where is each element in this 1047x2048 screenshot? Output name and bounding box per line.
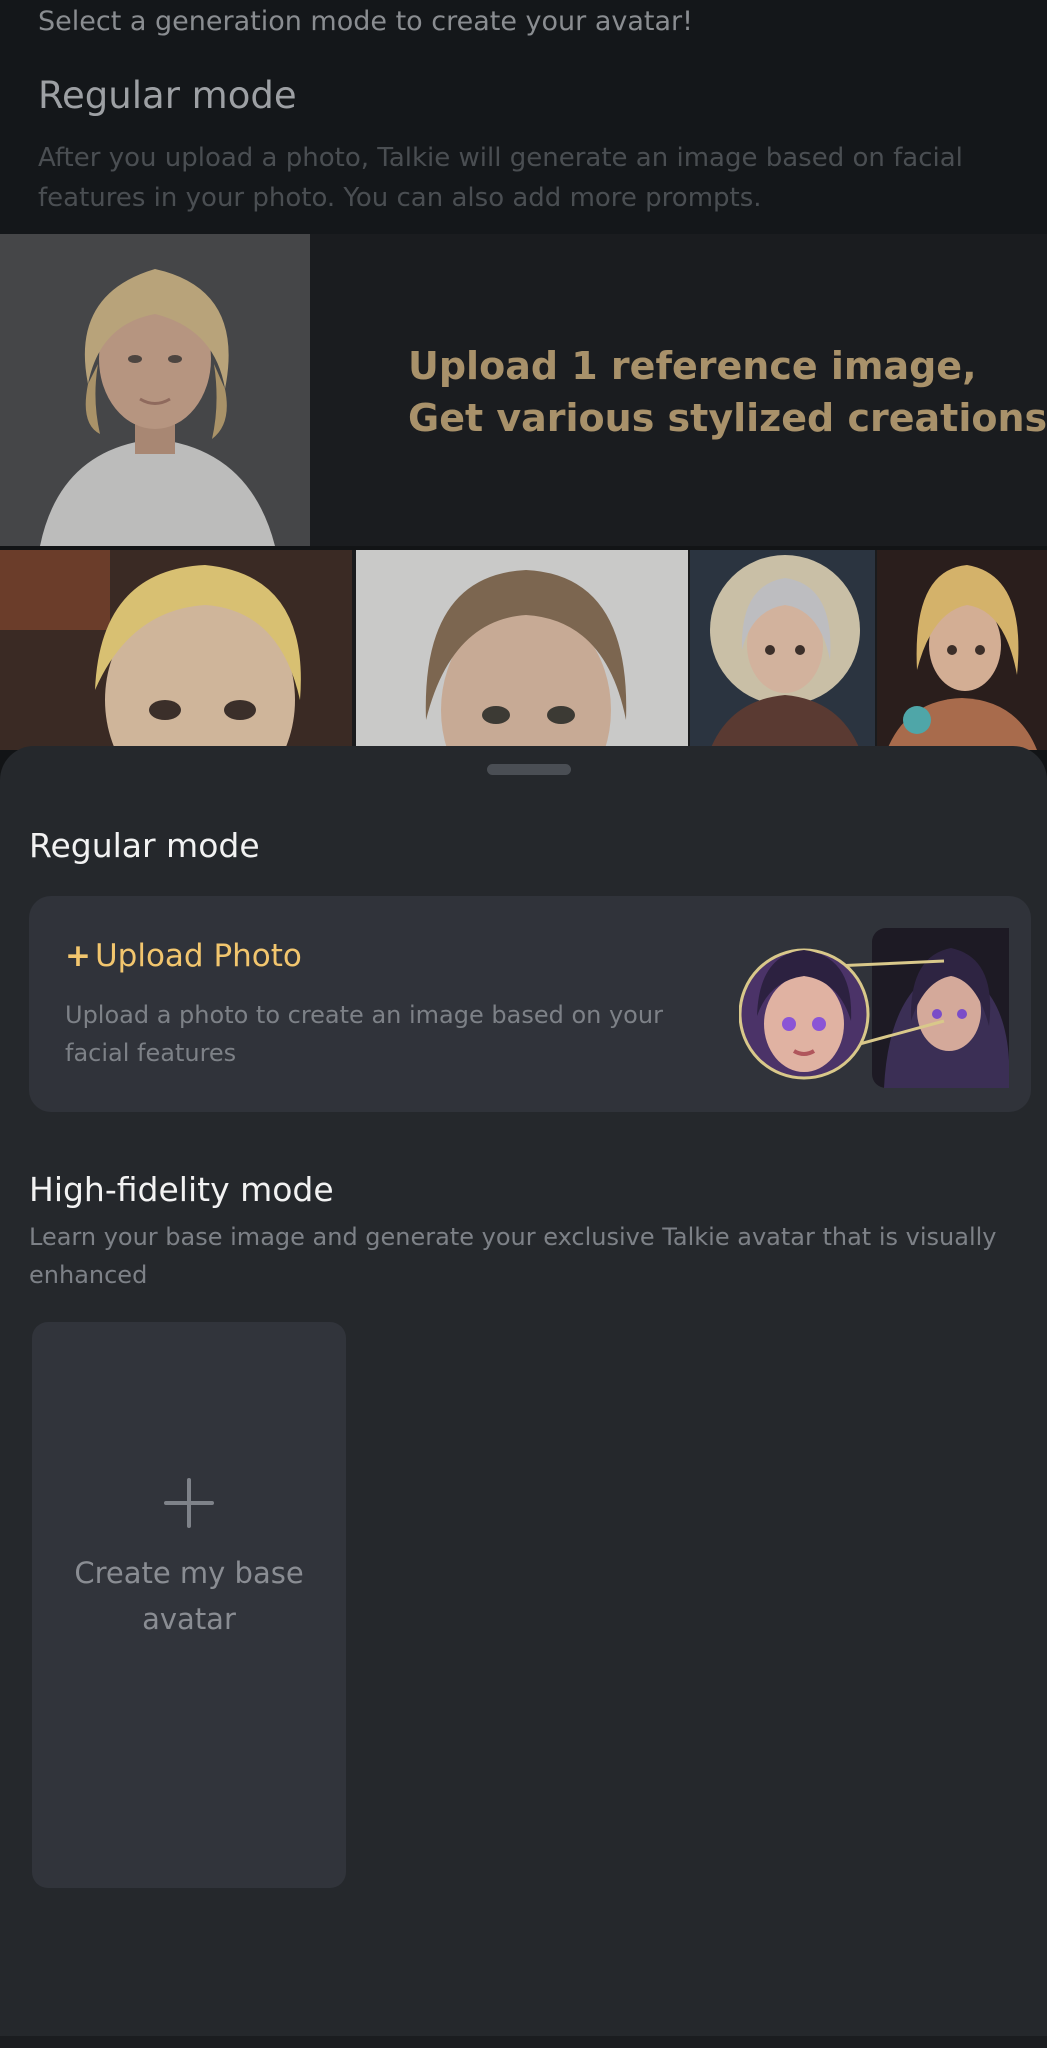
gallery-image-1 [0,550,352,750]
avatar-mode-screen: Select a generation mode to create your … [0,0,1047,2048]
upload-photo-button[interactable]: + Upload Photo [65,938,302,974]
background-mode-description: After you upload a photo, Talkie will ge… [38,143,963,213]
high-fidelity-description: Learn your base image and generate your … [29,1223,997,1289]
upload-photo-card[interactable]: + Upload Photo Upload a photo to create a… [29,896,1032,1112]
intro-text: Select a generation mode to create your … [38,6,693,37]
regular-mode-title: Regular mode [29,826,260,865]
upload-photo-description: Upload a photo to create an image based … [65,1001,663,1067]
gallery-image-3 [690,550,875,750]
high-fidelity-mode-title: High-fidelity mode [29,1170,334,1209]
upload-photo-label: Upload Photo [94,938,302,974]
banner-line-2: Get various stylized creations! [408,396,1047,440]
create-base-avatar-label: Create my base avatar [74,1556,304,1636]
background-mode-title: Regular mode [38,74,297,117]
promo-banner: Upload 1 reference image, Get various st… [0,234,1047,546]
banner-line-1: Upload 1 reference image, [408,344,977,388]
banner-headline: Upload 1 reference image, Get various st… [408,340,1047,444]
gallery-image-2 [356,550,688,750]
reference-photo-image [0,234,310,546]
bottom-navigation-edge [0,2036,1047,2048]
sheet-drag-handle[interactable] [487,764,571,775]
gallery-image-4 [877,550,1047,750]
style-gallery [0,550,1047,750]
upload-example-illustration [738,926,1032,1096]
reference-photo [0,234,310,546]
background-header: Select a generation mode to create your … [0,0,1047,234]
plus-icon: + [65,938,91,974]
mode-selection-sheet: Regular mode + Upload Photo Upload a phot… [0,746,1047,2048]
create-base-avatar-card[interactable]: Create my base avatar [32,1322,346,1888]
plus-icon [164,1478,214,1528]
